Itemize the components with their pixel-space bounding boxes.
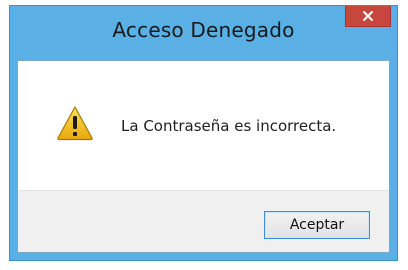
window-title: Acceso Denegado: [112, 18, 295, 42]
error-message: La Contraseña es incorrecta.: [121, 117, 337, 135]
dialog-window: Acceso Denegado La Contraseña es incorre…: [9, 5, 398, 261]
close-button[interactable]: [345, 6, 391, 27]
title-bar[interactable]: Acceso Denegado: [10, 6, 397, 60]
dialog-body: La Contraseña es incorrecta. Aceptar: [17, 60, 390, 253]
close-icon: [362, 10, 374, 22]
button-bar: Aceptar: [18, 190, 389, 252]
warning-icon: [56, 105, 94, 141]
accept-button[interactable]: Aceptar: [264, 211, 370, 239]
message-area: La Contraseña es incorrecta.: [18, 61, 389, 190]
